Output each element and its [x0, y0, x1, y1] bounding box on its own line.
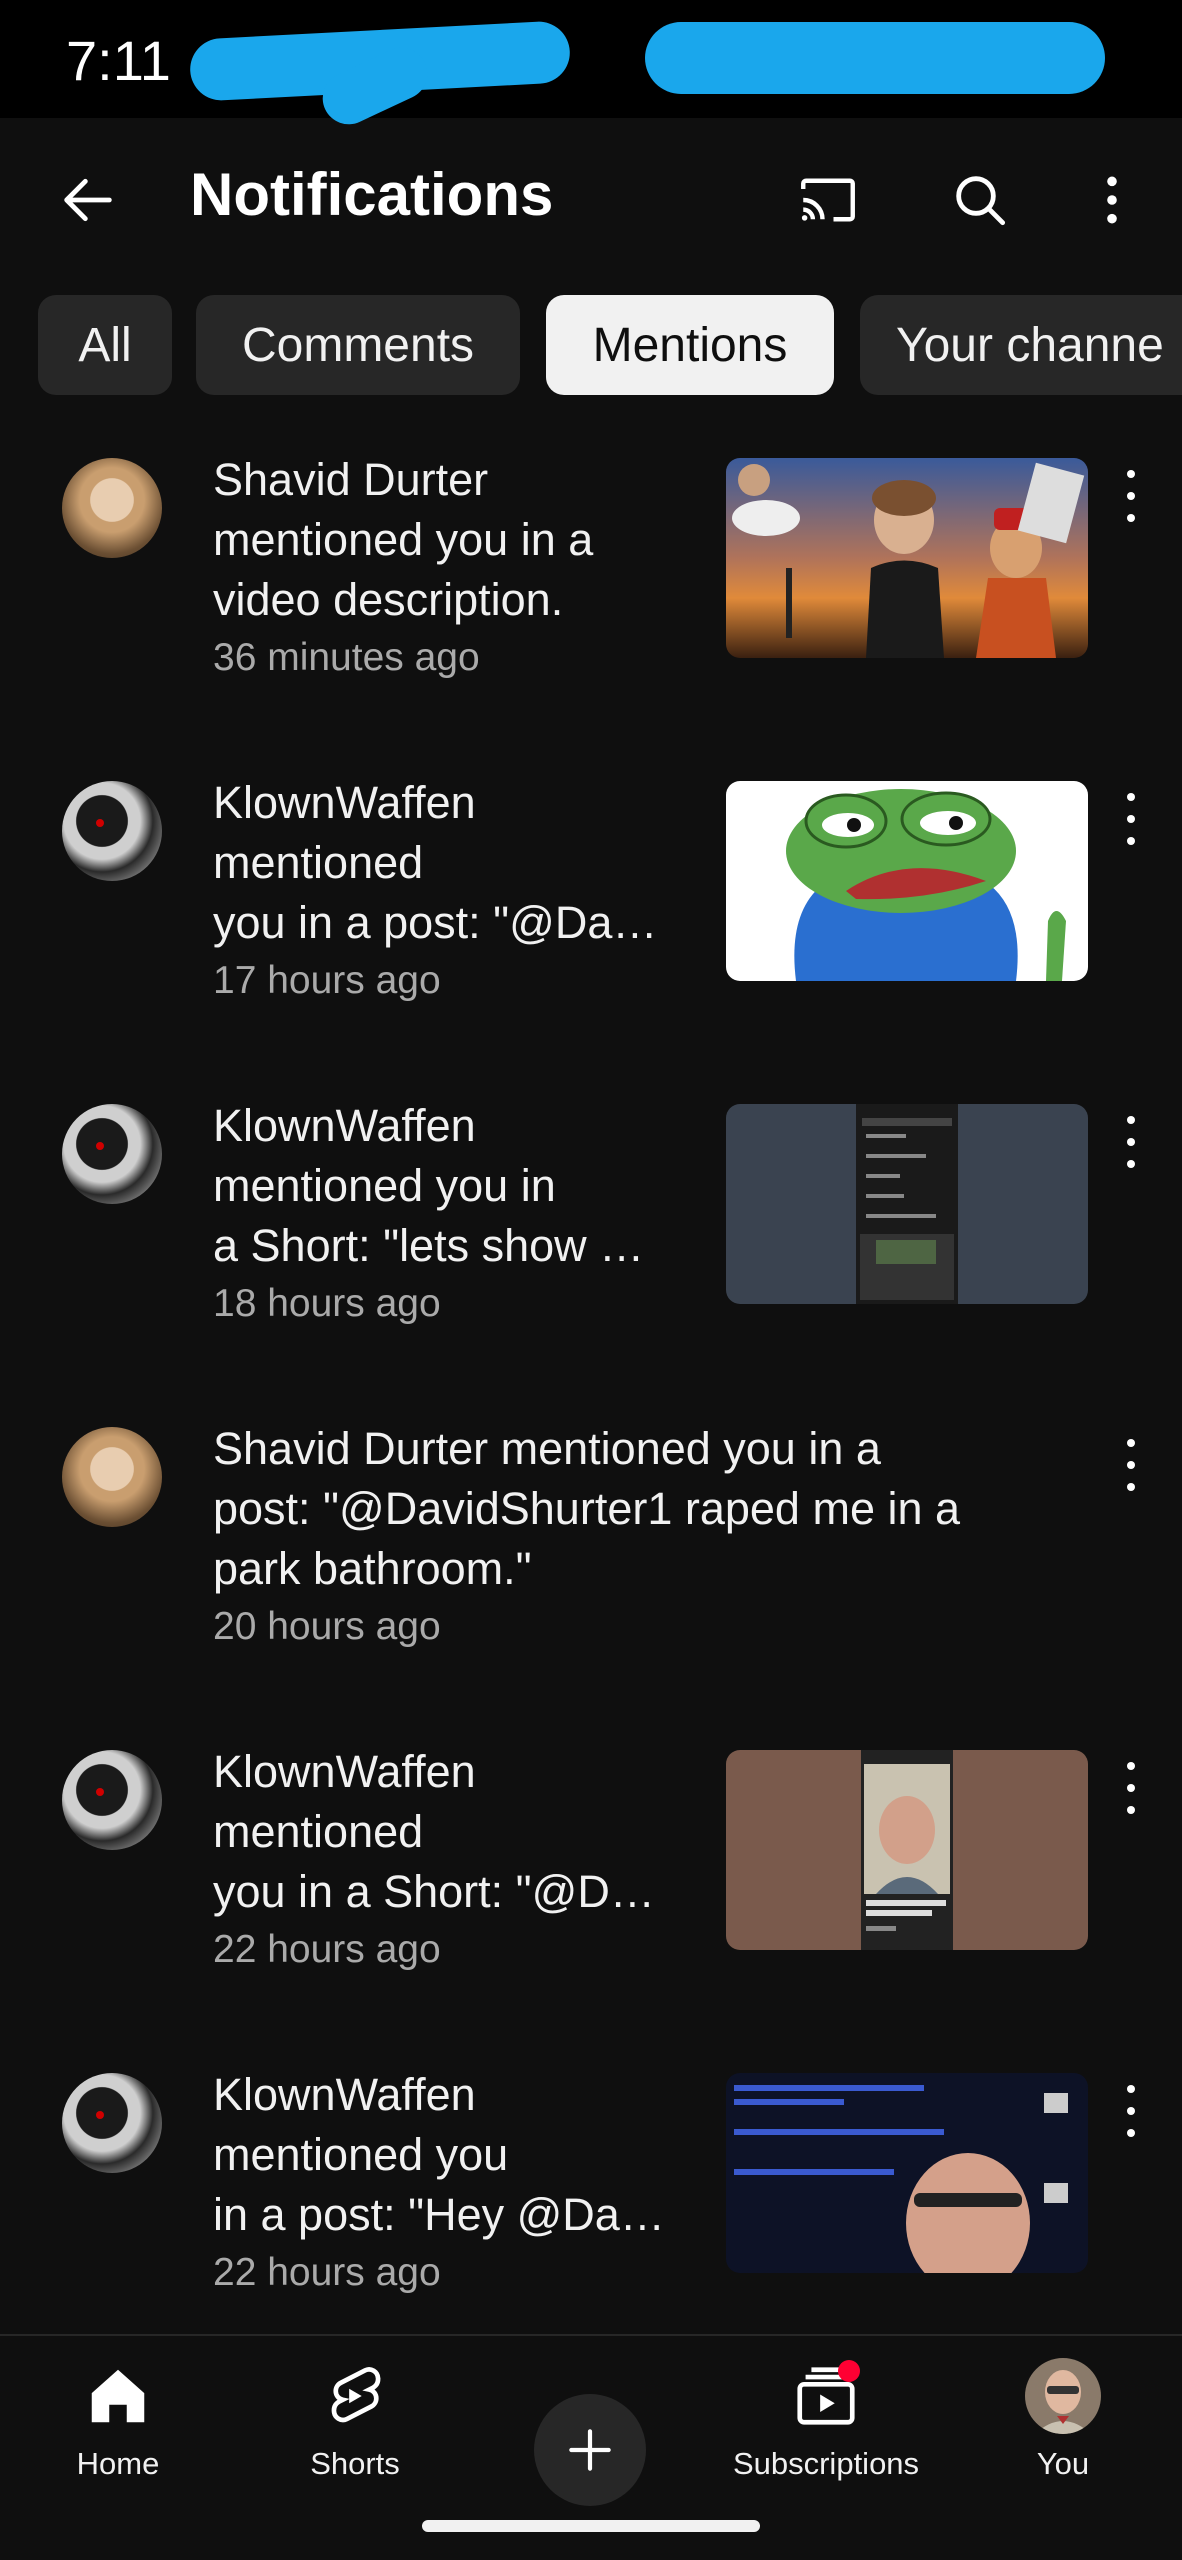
item-more-button[interactable] [1120, 1116, 1142, 1168]
notification-line: video description. [213, 574, 564, 625]
item-more-button[interactable] [1120, 1762, 1142, 1814]
cast-icon [801, 178, 855, 222]
chip-label: Your channe [896, 318, 1164, 372]
notification-text: Shavid Durter mentioned you in a video d… [213, 450, 713, 684]
plus-icon [569, 2429, 611, 2471]
notification-item[interactable]: KlownWaffen mentioned you in a Short: "@… [0, 1732, 1182, 2055]
home-indicator[interactable] [422, 2520, 760, 2532]
short-thumbnail[interactable] [726, 1104, 1088, 1304]
notification-text: KlownWaffen mentioned you in a post: "@D… [213, 773, 713, 1007]
notification-item[interactable]: KlownWaffen mentioned you in a post: "He… [0, 2055, 1182, 2378]
back-button[interactable] [48, 160, 128, 240]
post-thumbnail[interactable] [726, 781, 1088, 981]
search-icon [956, 176, 1006, 226]
shorts-icon [315, 2356, 395, 2436]
notification-line: a Short: "lets show … [213, 1220, 645, 1271]
item-more-button[interactable] [1120, 1439, 1142, 1491]
notification-time: 18 hours ago [213, 1282, 441, 1325]
create-button[interactable] [534, 2394, 646, 2506]
post-thumbnail[interactable] [726, 2073, 1088, 2273]
notification-line: in a post: "Hey @Da… [213, 2189, 665, 2240]
nav-label: Subscriptions [732, 2446, 920, 2481]
portrait-screenshot-image [861, 1750, 953, 1950]
page-title: Notifications [190, 161, 554, 228]
nav-subscriptions[interactable]: Subscriptions [711, 2356, 941, 2516]
notification-line: Shavid Durter mentioned you in a [213, 1423, 881, 1474]
status-time: 7:11 [66, 29, 171, 92]
item-more-button[interactable] [1120, 2085, 1142, 2137]
notification-line: KlownWaffen [213, 2069, 476, 2120]
item-more-button[interactable] [1120, 470, 1142, 522]
notification-line: KlownWaffen [213, 1746, 476, 1797]
notification-item[interactable]: KlownWaffen mentioned you in a post: "@D… [0, 763, 1182, 1086]
chip-mentions[interactable]: Mentions [546, 295, 834, 395]
notification-text: KlownWaffen mentioned you in a post: "He… [213, 2065, 713, 2299]
chip-all[interactable]: All [38, 295, 172, 395]
notification-line: you in a post: "@Da… [213, 897, 658, 948]
video-thumbnail[interactable] [726, 458, 1088, 658]
nav-label: Shorts [310, 2446, 400, 2481]
nav-label: You [1036, 2446, 1090, 2481]
notification-line: mentioned you in [213, 1160, 556, 1211]
thumbnail-collage-image [732, 462, 1085, 658]
notification-line: Shavid Durter [213, 454, 489, 505]
nav-label: Home [76, 2446, 160, 2481]
phone-screenshot-image [856, 1104, 958, 1304]
notification-item[interactable]: Shavid Durter mentioned you in a video d… [0, 440, 1182, 763]
subscriptions-icon [786, 2356, 866, 2436]
notification-line: mentioned you in a [213, 514, 594, 565]
notification-time: 22 hours ago [213, 2251, 441, 2294]
item-more-button[interactable] [1120, 793, 1142, 845]
avatar[interactable] [62, 1427, 162, 1527]
notification-time: 20 hours ago [213, 1605, 441, 1648]
more-options-button[interactable] [1072, 160, 1152, 240]
chip-label: Comments [241, 318, 475, 372]
notification-time: 36 minutes ago [213, 636, 480, 679]
avatar[interactable] [62, 458, 162, 558]
home-icon [78, 2356, 158, 2436]
avatar[interactable] [62, 2073, 162, 2173]
nav-shorts[interactable]: Shorts [240, 2356, 470, 2516]
notification-line: KlownWaffen [213, 777, 476, 828]
avatar[interactable] [62, 781, 162, 881]
notification-line: you in a Short: "@D… [213, 1866, 655, 1917]
notification-item[interactable]: Shavid Durter mentioned you in a post: "… [0, 1409, 1182, 1732]
notification-item[interactable]: KlownWaffen mentioned you in a Short: "l… [0, 1086, 1182, 1409]
notification-badge [838, 2360, 860, 2382]
frog-image [786, 789, 1066, 981]
search-button[interactable] [940, 160, 1020, 240]
notification-text: KlownWaffen mentioned you in a Short: "l… [213, 1096, 713, 1330]
arrow-left-icon [64, 178, 112, 222]
status-bar: 7:11 [0, 0, 1182, 133]
notification-line: post: "@DavidShurter1 raped me in a [213, 1483, 961, 1534]
notification-line: park bathroom." [213, 1543, 532, 1594]
cast-button[interactable] [788, 160, 868, 240]
notification-line: mentioned [213, 1806, 424, 1857]
notification-time: 22 hours ago [213, 1928, 441, 1971]
chip-comments[interactable]: Comments [196, 295, 520, 395]
chip-label: Mentions [592, 318, 788, 372]
notification-line: mentioned [213, 837, 424, 888]
app-header: Notifications [0, 118, 1182, 278]
nav-home[interactable]: Home [3, 2356, 233, 2516]
you-avatar [1023, 2356, 1103, 2436]
chip-your-channel[interactable]: Your channe [860, 295, 1182, 395]
redaction-scribble-right [645, 22, 1105, 94]
screenshot-image [734, 2085, 1068, 2273]
nav-you[interactable]: You [948, 2356, 1178, 2516]
notification-text: KlownWaffen mentioned you in a Short: "@… [213, 1742, 713, 1976]
filter-chips: All Comments Mentions Your channe [0, 295, 1182, 395]
short-thumbnail[interactable] [726, 1750, 1088, 1950]
chip-label: All [78, 318, 132, 372]
avatar[interactable] [62, 1104, 162, 1204]
notification-line: KlownWaffen [213, 1100, 476, 1151]
notification-time: 17 hours ago [213, 959, 441, 1002]
notification-line: mentioned you [213, 2129, 509, 2180]
more-vert-icon [1107, 176, 1117, 224]
notification-text: Shavid Durter mentioned you in a post: "… [213, 1419, 1083, 1653]
avatar[interactable] [62, 1750, 162, 1850]
